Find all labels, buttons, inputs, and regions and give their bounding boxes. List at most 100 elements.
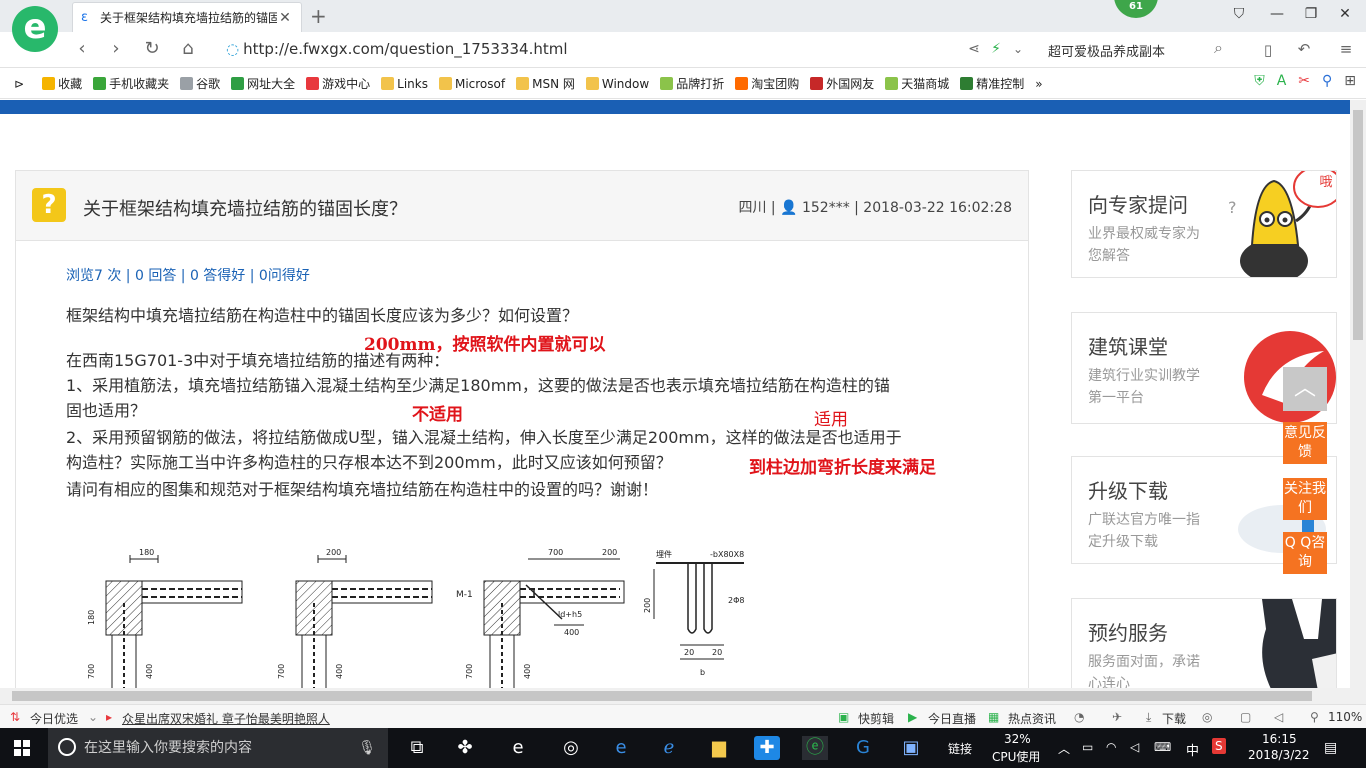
bookmark-item[interactable]: 游戏中心	[306, 75, 370, 92]
link-label[interactable]: 链接	[948, 740, 972, 757]
notification-icon[interactable]: ▤	[1324, 740, 1337, 756]
question-mark-icon: ?	[32, 188, 66, 222]
minimize-icon[interactable]: —	[1266, 6, 1288, 22]
wifi-icon[interactable]: ◠	[1106, 740, 1116, 754]
taskbar-search[interactable]: 在这里输入你要搜索的内容 🎙	[48, 728, 388, 768]
fan-app-icon[interactable]: ✤	[452, 736, 478, 760]
shield-icon[interactable]: ⛨	[1254, 73, 1265, 89]
close-window-icon[interactable]: ✕	[1334, 6, 1356, 22]
qq-consult-button[interactable]: Q Q咨询	[1283, 532, 1327, 574]
chevron-down-icon[interactable]: ⌄	[1006, 42, 1030, 56]
tray-expand-icon[interactable]: ︿	[1058, 740, 1070, 757]
ask-expert-card[interactable]: 向专家提问 业界最权威专家为您解答 ? 点我提问哦	[1071, 170, 1337, 278]
edge-app-icon[interactable]: e	[608, 736, 634, 760]
bookmark-item[interactable]: 天猫商城	[885, 75, 949, 92]
bookmark-item[interactable]: 品牌打折	[660, 75, 724, 92]
close-tab-icon[interactable]: ✕	[277, 10, 293, 26]
phone-icon[interactable]: ▯	[1256, 41, 1280, 59]
keyboard-icon[interactable]: ⌨	[1154, 740, 1171, 754]
today-picks[interactable]: 今日优选	[30, 710, 78, 727]
appointment-card[interactable]: 预约服务 服务面对面，承诺心连心	[1071, 598, 1337, 690]
follow-us-button[interactable]: 关注我们	[1283, 478, 1327, 520]
drawing-label: 400	[523, 664, 532, 679]
url-field[interactable]: ◌ http://e.fwxgx.com/question_1753334.htm…	[226, 40, 568, 58]
bookmark-item[interactable]: 谷歌	[180, 75, 220, 92]
ask-bubble[interactable]: 点我提问哦	[1300, 171, 1336, 191]
back-icon[interactable]: ‹	[70, 38, 94, 59]
question-line: 1、采用植筋法，填充墙拉结筋锚入混凝土结构至少满足180mm，这要的做法是否也表…	[66, 376, 890, 395]
drawing-label: 20	[684, 648, 694, 657]
bookmark-item[interactable]: MSN 网	[516, 75, 575, 92]
live-link[interactable]: 今日直播	[928, 710, 976, 727]
menu-icon[interactable]: ≡	[1334, 40, 1358, 58]
bookmark-item[interactable]: 网址大全	[231, 75, 295, 92]
lightning-icon[interactable]: ⚡	[984, 41, 1008, 57]
shirt-icon[interactable]: ⛉	[1228, 6, 1250, 22]
bookmark-item[interactable]: 淘宝团购	[735, 75, 799, 92]
bookmark-item[interactable]: 手机收藏夹	[93, 75, 169, 92]
bookmark-item[interactable]: Links	[381, 77, 428, 91]
bookmark-item[interactable]: Window	[585, 77, 649, 91]
vertical-scrollbar[interactable]	[1350, 100, 1366, 688]
window-icon[interactable]: ▢	[1240, 710, 1251, 724]
question-meta: 四川 | 👤 152*** | 2018-03-22 16:02:28	[738, 200, 1012, 216]
drawing-label: 200	[643, 598, 652, 613]
microphone-icon[interactable]: 🎙	[358, 728, 376, 768]
download-link[interactable]: 下载	[1162, 710, 1186, 727]
sidebar-toggle-icon[interactable]: ⊳	[14, 77, 24, 91]
card-subtitle: 广联达官方唯一指定升级下载	[1088, 512, 1200, 550]
kuaijianji-link[interactable]: 快剪辑	[858, 710, 894, 727]
hot-news-link[interactable]: 热点资讯	[1008, 710, 1056, 727]
bookmark-item[interactable]: Microsof	[438, 77, 505, 91]
ie-blue-app-icon[interactable]: ℯ	[656, 736, 682, 760]
question-stats[interactable]: 浏览7 次 | 0 回答 | 0 答得好 | 0问得好	[66, 265, 310, 285]
new-tab-button[interactable]: +	[310, 4, 327, 28]
feedback-button[interactable]: 意见反馈	[1283, 422, 1327, 464]
ie-app-icon[interactable]: e	[505, 736, 531, 760]
zoom-level[interactable]: 110%	[1328, 710, 1362, 724]
search-icon[interactable]: ⌕	[1214, 38, 1223, 58]
volume-icon[interactable]: ◁	[1130, 740, 1139, 754]
translate-icon[interactable]: A	[1277, 73, 1287, 89]
clean-icon[interactable]: ◎	[1202, 710, 1212, 724]
ime-indicator[interactable]: 中	[1186, 740, 1199, 759]
notification-badge[interactable]: 61	[1114, 0, 1158, 18]
bookmark-item[interactable]: 收藏	[42, 75, 82, 92]
g-app-icon[interactable]: G	[850, 736, 876, 760]
magnifier-icon[interactable]: ⚲	[1322, 73, 1332, 89]
restore-icon[interactable]: ❐	[1300, 6, 1322, 22]
undo-icon[interactable]: ↶	[1292, 40, 1316, 58]
more-bookmarks-icon[interactable]: »	[1035, 77, 1042, 91]
browser-tab[interactable]: ε 关于框架结构填充墙拉结筋的锚固 ✕	[72, 2, 302, 32]
drawing-label: 700	[465, 664, 474, 679]
news-ticker-link[interactable]: 众星出席双宋婚礼 章子怡最美明艳照人	[122, 710, 330, 727]
home-icon[interactable]: ⌂	[176, 38, 200, 59]
chrome-app-icon[interactable]: ◎	[558, 736, 584, 760]
clock-time[interactable]: 16:15	[1262, 732, 1297, 746]
speed-icon[interactable]: ◔	[1074, 710, 1084, 724]
card-subtitle: 业界最权威专家为您解答	[1088, 226, 1200, 264]
browser-app-icon[interactable]: ⓔ	[802, 736, 828, 760]
screenshot-app-icon[interactable]: ▣	[898, 736, 924, 760]
scissors-icon[interactable]: ✂	[1298, 73, 1310, 89]
file-explorer-icon[interactable]: ▆	[706, 736, 732, 760]
refresh-icon[interactable]: ↻	[140, 38, 164, 59]
sound-icon[interactable]: ◁	[1274, 710, 1283, 724]
bookmark-item[interactable]: 精准控制	[960, 75, 1024, 92]
browser-logo[interactable]: e	[12, 6, 58, 52]
battery-icon[interactable]: ▭	[1082, 740, 1093, 754]
share-icon[interactable]: ⋖	[962, 41, 986, 57]
sogou-icon[interactable]: S	[1212, 738, 1226, 754]
plus-app-icon[interactable]: ✚	[754, 736, 780, 760]
forward-icon[interactable]: ›	[104, 38, 128, 59]
windows-start-icon[interactable]	[14, 740, 30, 756]
bookmark-item[interactable]: 外国网友	[810, 75, 874, 92]
pin-icon[interactable]: ✈	[1112, 710, 1122, 724]
search-input[interactable]: 超可爱极品养成副本	[1048, 41, 1165, 60]
back-to-top-button[interactable]: ︿	[1283, 367, 1327, 411]
dropdown-icon[interactable]: ⌄	[88, 710, 98, 724]
apps-icon[interactable]: ⊞	[1344, 73, 1356, 89]
horizontal-scrollbar[interactable]	[0, 688, 1366, 704]
clock-date[interactable]: 2018/3/22	[1248, 748, 1310, 762]
task-view-icon[interactable]: ⧉	[404, 736, 430, 760]
